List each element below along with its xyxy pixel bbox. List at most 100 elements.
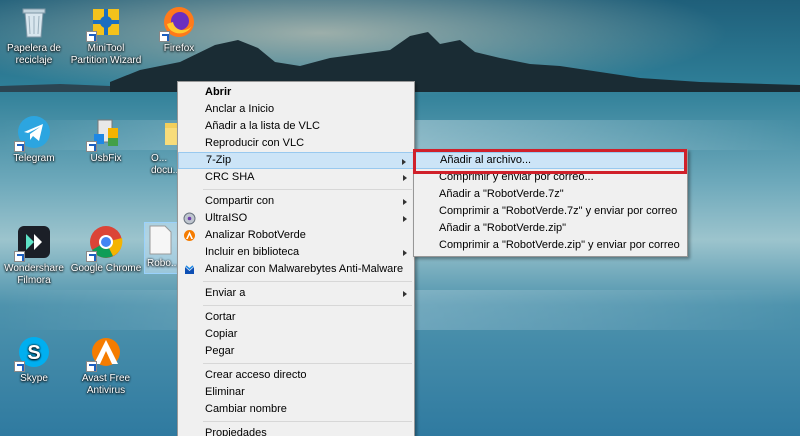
desktop-icon-folder-documents[interactable]: O... docu...: [131, 114, 177, 177]
menu-item-label: Anclar a Inicio: [205, 103, 275, 115]
shortcut-arrow-icon: [86, 251, 97, 262]
submenu-item-add-zip[interactable]: Añadir a "RobotVerde.zip": [414, 220, 687, 237]
menu-item-open[interactable]: Abrir: [178, 84, 414, 101]
menu-item-label: CRC SHA: [205, 171, 255, 183]
desktop-icon-label: Firefox: [163, 43, 195, 54]
menu-separator: [203, 305, 412, 306]
menu-item-label: Eliminar: [205, 386, 245, 398]
menu-item-copy[interactable]: Copiar: [178, 326, 414, 343]
avast-scan-icon: [183, 229, 196, 242]
menu-item-crc-sha[interactable]: CRC SHA: [178, 169, 414, 186]
desktop-icon-firefox[interactable]: Firefox: [141, 4, 217, 55]
menu-item-create-shortcut[interactable]: Crear acceso directo: [178, 367, 414, 384]
menu-item-ultraiso[interactable]: UltraISO: [178, 210, 414, 227]
desktop-icon-avast[interactable]: Avast Free Antivirus: [68, 334, 144, 397]
submenu-item-compress-email[interactable]: Comprimir y enviar por correo...: [414, 169, 687, 186]
menu-item-7zip[interactable]: 7-Zip: [178, 152, 414, 169]
menu-item-add-vlc-list[interactable]: Añadir a la lista de VLC: [178, 118, 414, 135]
submenu-arrow-icon: [403, 250, 407, 256]
desktop-icon-label: Robo...: [147, 258, 178, 269]
menu-item-label: Comprimir a "RobotVerde.7z" y enviar por…: [439, 205, 678, 217]
file-icon: [147, 225, 173, 255]
menu-item-label: Incluir en biblioteca: [205, 246, 300, 258]
menu-item-share-with[interactable]: Compartir con: [178, 193, 414, 210]
menu-item-label: UltraISO: [205, 212, 248, 224]
submenu-arrow-icon: [403, 199, 407, 205]
menu-item-send-to[interactable]: Enviar a: [178, 285, 414, 302]
menu-item-label: Analizar RobotVerde: [205, 229, 306, 241]
desktop-icon-label: Google Chrome: [70, 263, 142, 274]
menu-item-label: Comprimir a "RobotVerde.zip" y enviar po…: [439, 239, 680, 251]
desktop-icon-skype[interactable]: S Skype: [0, 334, 72, 385]
menu-item-label: Reproducir con VLC: [205, 137, 305, 149]
shortcut-arrow-icon: [14, 361, 25, 372]
malwarebytes-icon: [183, 263, 196, 276]
submenu-arrow-icon: [403, 175, 407, 181]
submenu-item-compress-zip-email[interactable]: Comprimir a "RobotVerde.zip" y enviar po…: [414, 237, 687, 254]
menu-item-label: Comprimir y enviar por correo...: [439, 171, 594, 183]
shortcut-arrow-icon: [86, 141, 97, 152]
desktop-icon-label: Wondershare Filmora: [4, 263, 64, 286]
menu-item-label: Cambiar nombre: [205, 403, 287, 415]
shortcut-arrow-icon: [86, 361, 97, 372]
folder-icon: [163, 114, 177, 150]
context-menu: Abrir Anclar a Inicio Añadir a la lista …: [177, 81, 415, 436]
submenu-7zip: Añadir al archivo... Comprimir y enviar …: [413, 149, 688, 257]
submenu-arrow-icon: [403, 291, 407, 297]
submenu-arrow-icon: [403, 216, 407, 222]
recycle-bin-icon: [16, 4, 52, 40]
desktop-icon-label: Skype: [20, 373, 48, 384]
ultraiso-icon: [183, 212, 196, 225]
filmora-icon: [14, 224, 52, 262]
menu-separator: [203, 189, 412, 190]
menu-item-scan-avast[interactable]: Analizar RobotVerde: [178, 227, 414, 244]
shortcut-arrow-icon: [14, 141, 25, 152]
menu-item-rename[interactable]: Cambiar nombre: [178, 401, 414, 418]
chrome-icon: [86, 224, 124, 262]
desktop-icon-minitool[interactable]: MiniTool Partition Wizard: [68, 4, 144, 67]
minitool-partition-icon: [86, 4, 124, 42]
svg-text:S: S: [27, 342, 40, 364]
submenu-item-add-to-archive[interactable]: Añadir al archivo...: [414, 152, 687, 169]
menu-item-paste[interactable]: Pegar: [178, 343, 414, 360]
menu-item-label: Enviar a: [205, 287, 246, 299]
desktop-icon-label: Telegram: [13, 153, 55, 164]
desktop-icon-chrome[interactable]: Google Chrome: [68, 224, 144, 275]
menu-item-delete[interactable]: Eliminar: [178, 384, 414, 401]
firefox-icon: [159, 4, 197, 42]
menu-separator: [203, 421, 412, 422]
desktop-icon-telegram[interactable]: Telegram: [0, 114, 72, 165]
menu-item-label: Propiedades: [205, 427, 267, 436]
menu-item-label: Copiar: [205, 328, 238, 340]
menu-item-label: Añadir a "RobotVerde.7z": [439, 188, 564, 200]
menu-item-include-library[interactable]: Incluir en biblioteca: [178, 244, 414, 261]
menu-item-label: Crear acceso directo: [205, 369, 307, 381]
submenu-item-add-7z[interactable]: Añadir a "RobotVerde.7z": [414, 186, 687, 203]
skype-icon: S: [14, 334, 52, 372]
menu-item-cut[interactable]: Cortar: [178, 309, 414, 326]
submenu-item-compress-7z-email[interactable]: Comprimir a "RobotVerde.7z" y enviar por…: [414, 203, 687, 220]
menu-item-label: Abrir: [205, 86, 232, 98]
desktop-icon-label: Avast Free Antivirus: [81, 373, 131, 396]
menu-item-malwarebytes[interactable]: Analizar con Malwarebytes Anti-Malware: [178, 261, 414, 278]
desktop-icon-robotverde-selected[interactable]: Robo...: [144, 222, 178, 274]
desktop-icon-recycle-bin[interactable]: Papelera de reciclaje: [0, 4, 72, 67]
menu-item-label: Compartir con: [205, 195, 275, 207]
menu-item-label: Añadir a la lista de VLC: [205, 120, 320, 132]
menu-item-label: Añadir al archivo...: [440, 154, 532, 166]
menu-item-play-vlc[interactable]: Reproducir con VLC: [178, 135, 414, 152]
shortcut-arrow-icon: [14, 251, 25, 262]
shortcut-arrow-icon: [159, 31, 170, 42]
menu-separator: [203, 281, 412, 282]
menu-item-label: Añadir a "RobotVerde.zip": [439, 222, 567, 234]
desktop-icon-label: O... docu...: [151, 153, 177, 176]
desktop-icon-label: MiniTool Partition Wizard: [70, 43, 142, 66]
menu-item-properties[interactable]: Propiedades: [178, 425, 414, 436]
menu-item-label: Pegar: [205, 345, 235, 357]
menu-item-label: 7-Zip: [206, 154, 232, 166]
menu-item-pin-start[interactable]: Anclar a Inicio: [178, 101, 414, 118]
menu-item-label: Analizar con Malwarebytes Anti-Malware: [205, 263, 404, 275]
desktop-icon-filmora[interactable]: Wondershare Filmora: [0, 224, 72, 287]
menu-item-label: Cortar: [205, 311, 236, 323]
telegram-icon: [14, 114, 52, 152]
